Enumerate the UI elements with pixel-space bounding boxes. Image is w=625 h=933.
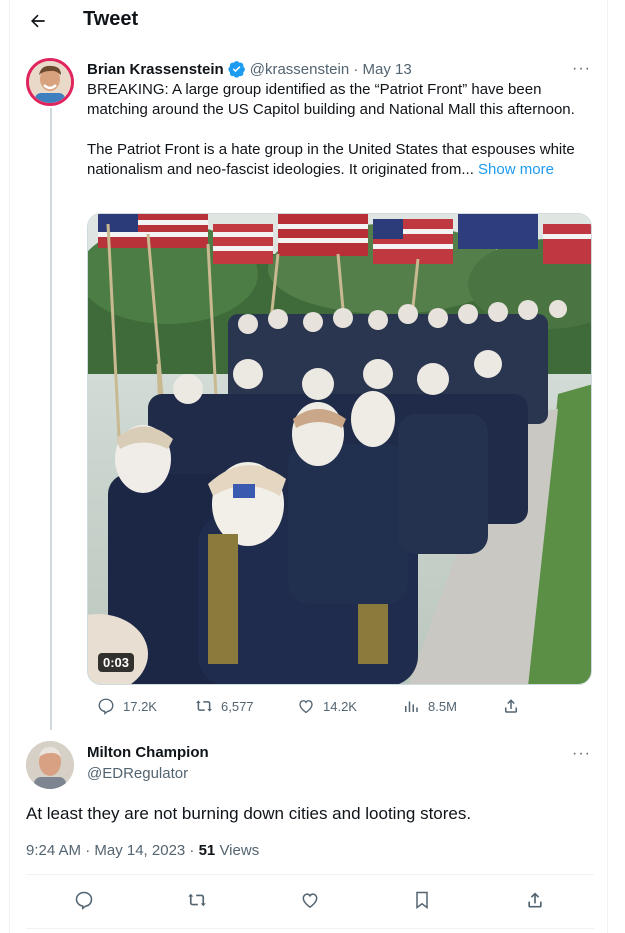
author-name[interactable]: Milton Champion xyxy=(87,744,209,761)
more-options-button[interactable]: ··· xyxy=(572,60,591,78)
avatar[interactable] xyxy=(26,741,74,789)
avatar[interactable] xyxy=(26,58,74,106)
divider xyxy=(26,928,594,929)
views-button[interactable]: 8.5M xyxy=(402,697,457,715)
tweet-date[interactable]: May 13 xyxy=(363,61,412,78)
author-handle[interactable]: @krassenstein xyxy=(250,61,349,78)
reply-icon xyxy=(98,698,114,715)
author-handle[interactable]: @EDRegulator xyxy=(87,765,188,782)
tweet-timestamp[interactable]: 9:24 AM · May 14, 2023 · xyxy=(26,842,199,859)
tweet-text: BREAKING: A large group identified as th… xyxy=(87,80,597,180)
separator: · xyxy=(349,60,363,78)
tweet-metadata: 9:24 AM · May 14, 2023 · 51 Views xyxy=(26,842,259,859)
bookmark-button[interactable] xyxy=(410,888,434,912)
video-thumbnail xyxy=(88,214,591,684)
views-count: 51 xyxy=(198,842,216,859)
tweet-actions: 17.2K 6,577 14.2K 8.5M xyxy=(87,697,517,721)
tweet-header: Brian Krassenstein @krassenstein · May 1… xyxy=(87,60,412,78)
views-count: 8.5M xyxy=(428,698,457,714)
retweet-button[interactable] xyxy=(185,888,209,912)
header: Tweet xyxy=(10,0,609,44)
retweet-icon xyxy=(196,700,212,712)
thread-connector xyxy=(50,108,52,730)
bookmark-icon xyxy=(416,891,428,909)
reply-text: At least they are not burning down citie… xyxy=(26,804,472,823)
arrow-left-icon xyxy=(31,14,45,28)
like-button[interactable]: 14.2K xyxy=(297,697,357,715)
video-player[interactable]: 0:03 xyxy=(87,213,592,685)
video-duration: 0:03 xyxy=(98,653,135,672)
tweet-paragraph-1: BREAKING: A large group identified as th… xyxy=(87,81,575,118)
reply-icon xyxy=(75,891,93,910)
more-options-button[interactable]: ··· xyxy=(572,745,591,763)
share-button[interactable] xyxy=(502,697,520,715)
tweet-page: Tweet Brian Krassenstein @krassenstein ·… xyxy=(9,0,608,933)
retweet-count: 6,577 xyxy=(221,698,254,714)
views-label: Views xyxy=(215,842,260,859)
analytics-icon xyxy=(405,701,418,712)
back-button[interactable] xyxy=(26,9,50,33)
heart-icon xyxy=(299,700,313,714)
share-icon xyxy=(528,892,542,908)
retweet-icon xyxy=(188,893,206,907)
like-button[interactable] xyxy=(298,888,322,912)
share-button[interactable] xyxy=(523,888,547,912)
divider xyxy=(26,874,594,875)
tweet-actions xyxy=(10,888,609,914)
reply-button[interactable]: 17.2K xyxy=(97,697,157,715)
heart-icon xyxy=(302,893,318,908)
show-more-link[interactable]: Show more xyxy=(478,161,554,178)
verified-badge-icon xyxy=(228,60,246,78)
reply-count: 17.2K xyxy=(123,698,157,714)
avatar-image xyxy=(29,61,71,103)
tweet-paragraph-2: The Patriot Front is a hate group in the… xyxy=(87,140,597,180)
avatar-image xyxy=(26,741,74,789)
author-name[interactable]: Brian Krassenstein xyxy=(87,61,224,78)
retweet-button[interactable]: 6,577 xyxy=(195,697,254,715)
reply-button[interactable] xyxy=(72,888,96,912)
page-title: Tweet xyxy=(83,8,139,30)
share-icon xyxy=(505,699,517,713)
like-count: 14.2K xyxy=(323,698,357,714)
